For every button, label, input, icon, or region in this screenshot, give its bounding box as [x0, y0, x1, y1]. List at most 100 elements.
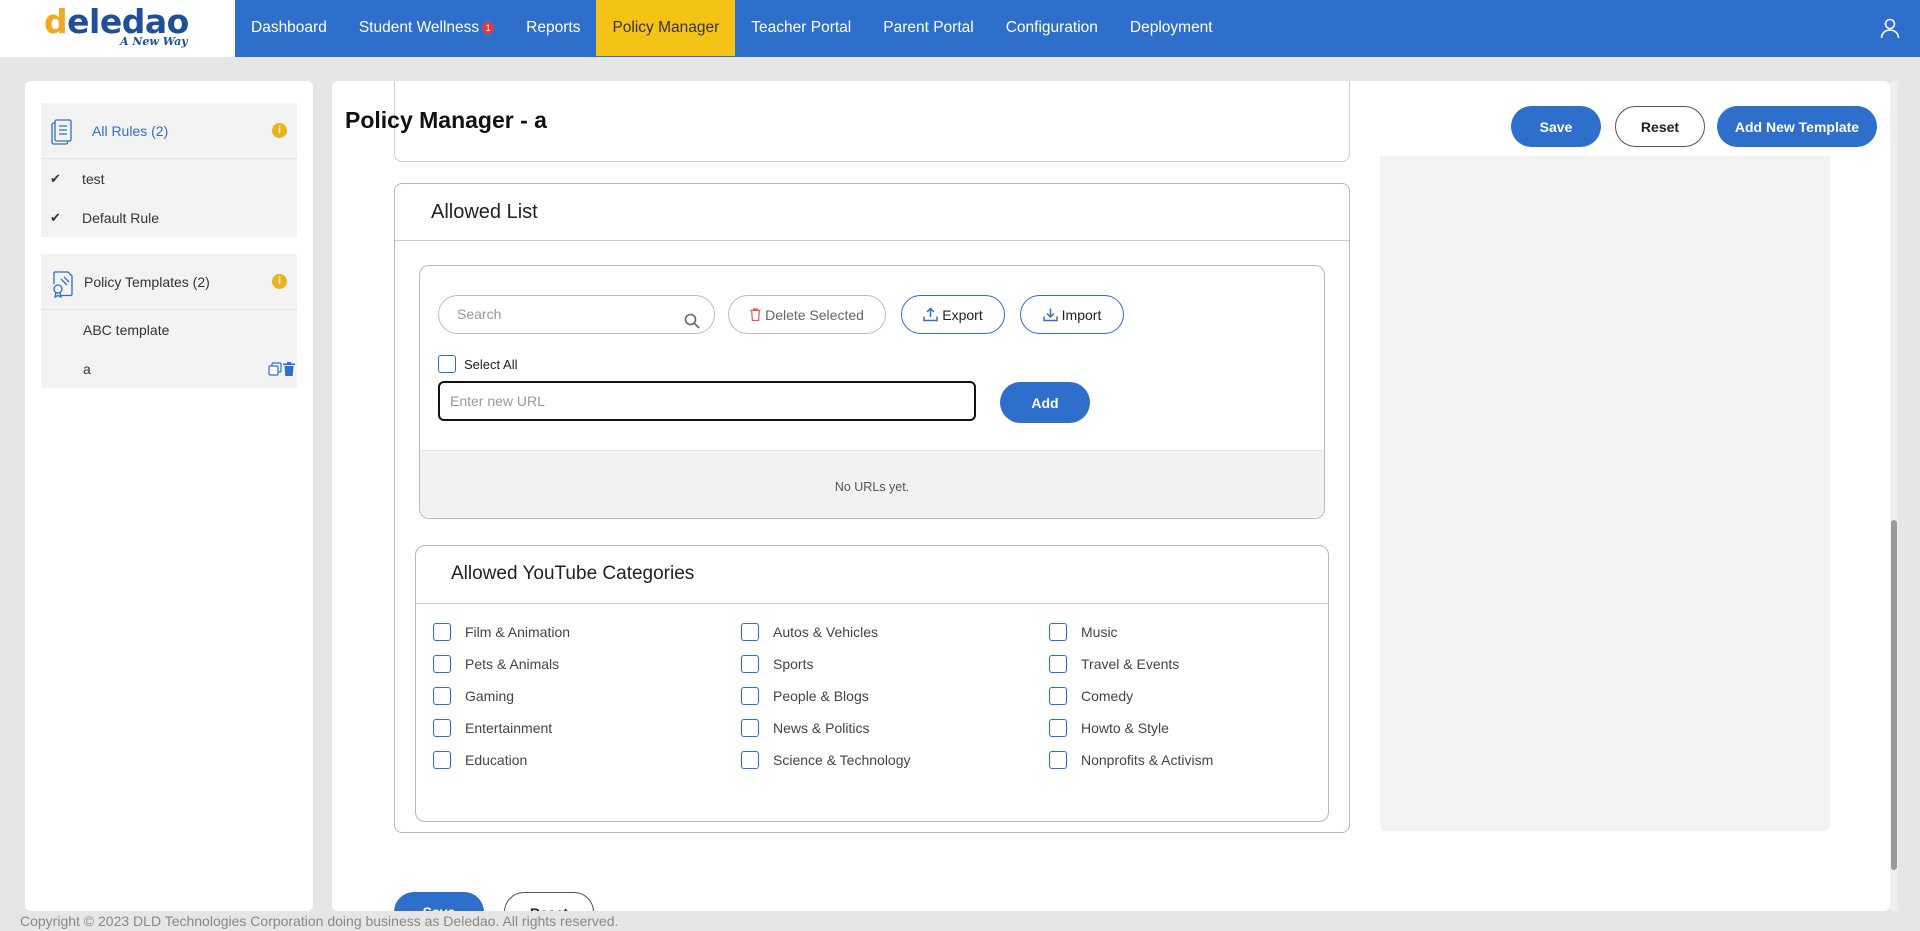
checkbox[interactable] — [1049, 655, 1067, 673]
nav-label: Parent Portal — [883, 19, 974, 36]
rule-item-default[interactable]: ✔ Default Rule — [41, 198, 297, 237]
url-input-placeholder: Enter new URL — [450, 393, 545, 409]
all-rules-header[interactable]: All Rules (2) i — [41, 103, 297, 159]
checkbox[interactable] — [741, 719, 759, 737]
nav-reports[interactable]: Reports — [510, 0, 596, 56]
category-label: Travel & Events — [1081, 656, 1180, 672]
reset-button[interactable]: Reset — [1615, 106, 1705, 147]
category-label: Nonprofits & Activism — [1081, 752, 1214, 768]
checkbox[interactable] — [741, 623, 759, 641]
nav-deployment[interactable]: Deployment — [1114, 0, 1229, 56]
delete-selected-label: Delete Selected — [765, 306, 864, 323]
checkbox[interactable] — [433, 655, 451, 673]
category-film-animation[interactable]: Film & Animation — [433, 623, 570, 641]
checkbox[interactable] — [438, 355, 456, 373]
category-pets-animals[interactable]: Pets & Animals — [433, 655, 559, 673]
nav-label: Student Wellness — [358, 19, 480, 36]
nav-policy-manager[interactable]: Policy Manager — [596, 0, 736, 56]
category-label: Education — [465, 752, 528, 768]
info-icon[interactable]: i — [272, 274, 287, 289]
category-entertainment[interactable]: Entertainment — [433, 719, 552, 737]
upload-icon — [923, 307, 939, 322]
nav-label: Teacher Portal — [751, 19, 852, 36]
checkbox[interactable] — [1049, 719, 1067, 737]
allowed-list-title: Allowed List — [431, 201, 538, 223]
checkbox[interactable] — [741, 655, 759, 673]
export-button[interactable]: Export — [901, 295, 1005, 334]
nav-label: Dashboard — [251, 19, 327, 36]
category-comedy[interactable]: Comedy — [1049, 687, 1133, 705]
copy-icon[interactable] — [268, 362, 282, 376]
checkbox[interactable] — [1049, 751, 1067, 769]
download-icon — [1042, 308, 1058, 322]
template-item-a[interactable]: a — [41, 349, 297, 388]
category-label: Autos & Vehicles — [773, 624, 879, 640]
nav-label: Reports — [526, 19, 581, 36]
checkbox[interactable] — [741, 751, 759, 769]
category-education[interactable]: Education — [433, 751, 527, 769]
all-rules-label: All Rules (2) — [92, 122, 169, 139]
category-label: Film & Animation — [465, 624, 571, 640]
add-url-button[interactable]: Add — [1000, 382, 1090, 423]
category-news-politics[interactable]: News & Politics — [741, 719, 869, 737]
template-item-abc[interactable]: ABC template — [41, 310, 297, 349]
checkbox[interactable] — [433, 687, 451, 705]
category-travel-events[interactable]: Travel & Events — [1049, 655, 1179, 673]
policy-templates-header[interactable]: Policy Templates (2) i — [41, 254, 297, 310]
add-new-template-button[interactable]: Add New Template — [1717, 106, 1877, 147]
category-gaming[interactable]: Gaming — [433, 687, 514, 705]
category-nonprofits-activism[interactable]: Nonprofits & Activism — [1049, 751, 1213, 769]
right-panel — [1380, 156, 1830, 831]
delete-selected-button[interactable]: Delete Selected — [728, 295, 886, 334]
category-label: Comedy — [1081, 688, 1134, 704]
nav-dashboard[interactable]: Dashboard — [235, 0, 343, 56]
checkbox[interactable] — [741, 687, 759, 705]
category-label: People & Blogs — [773, 688, 869, 704]
category-sports[interactable]: Sports — [741, 655, 813, 673]
info-icon[interactable]: i — [272, 123, 287, 138]
templates-group: Policy Templates (2) i ABC template a — [41, 254, 297, 388]
url-manager: Search Delete Selected Export Import Sel… — [419, 265, 1325, 519]
rule-item-test[interactable]: ✔ test — [41, 159, 297, 198]
rules-group: All Rules (2) i ✔ test ✔ Default Rule — [41, 103, 297, 237]
category-label: Music — [1081, 624, 1118, 640]
user-icon[interactable] — [1878, 16, 1902, 40]
category-music[interactable]: Music — [1049, 623, 1118, 641]
nav-teacher-portal[interactable]: Teacher Portal — [735, 0, 867, 56]
nav-configuration[interactable]: Configuration — [990, 0, 1114, 56]
policy-templates-label: Policy Templates (2) — [84, 273, 210, 290]
category-label: Gaming — [465, 688, 515, 704]
check-icon: ✔ — [50, 170, 61, 186]
search-input[interactable]: Search — [438, 295, 715, 334]
category-science-technology[interactable]: Science & Technology — [741, 751, 911, 769]
category-people-blogs[interactable]: People & Blogs — [741, 687, 869, 705]
select-all-label: Select All — [464, 356, 518, 372]
checkbox[interactable] — [1049, 687, 1067, 705]
select-all-checkbox[interactable]: Select All — [438, 355, 517, 373]
trash-icon[interactable] — [283, 362, 295, 376]
checkbox[interactable] — [433, 751, 451, 769]
category-autos-vehicles[interactable]: Autos & Vehicles — [741, 623, 878, 641]
allowed-list-section: Allowed List Search Delete Selected Expo… — [394, 183, 1350, 833]
new-url-input[interactable]: Enter new URL — [438, 381, 976, 421]
checkbox[interactable] — [433, 719, 451, 737]
main-content: Policy Manager - a Save Reset Add New Te… — [332, 81, 1890, 911]
divider — [395, 240, 1349, 241]
main-nav: Dashboard Student Wellness 1 Reports Poli… — [235, 0, 1229, 56]
nav-parent-portal[interactable]: Parent Portal — [867, 0, 989, 56]
checkbox[interactable] — [433, 623, 451, 641]
category-label: Sports — [773, 656, 814, 672]
search-placeholder: Search — [457, 306, 502, 322]
scrollbar-thumb[interactable] — [1891, 520, 1897, 870]
category-label: Pets & Animals — [465, 656, 560, 672]
logo[interactable]: deledao A New Way — [0, 0, 235, 57]
bottom-save-button[interactable]: Save — [394, 892, 484, 911]
page-title: Policy Manager - a — [345, 107, 547, 133]
import-button[interactable]: Import — [1020, 295, 1124, 334]
bottom-reset-button[interactable]: Reset — [504, 892, 594, 911]
checkbox[interactable] — [1049, 623, 1067, 641]
category-howto-style[interactable]: Howto & Style — [1049, 719, 1169, 737]
search-icon — [684, 306, 700, 343]
save-button[interactable]: Save — [1511, 106, 1601, 147]
nav-student-wellness[interactable]: Student Wellness 1 — [343, 0, 510, 56]
